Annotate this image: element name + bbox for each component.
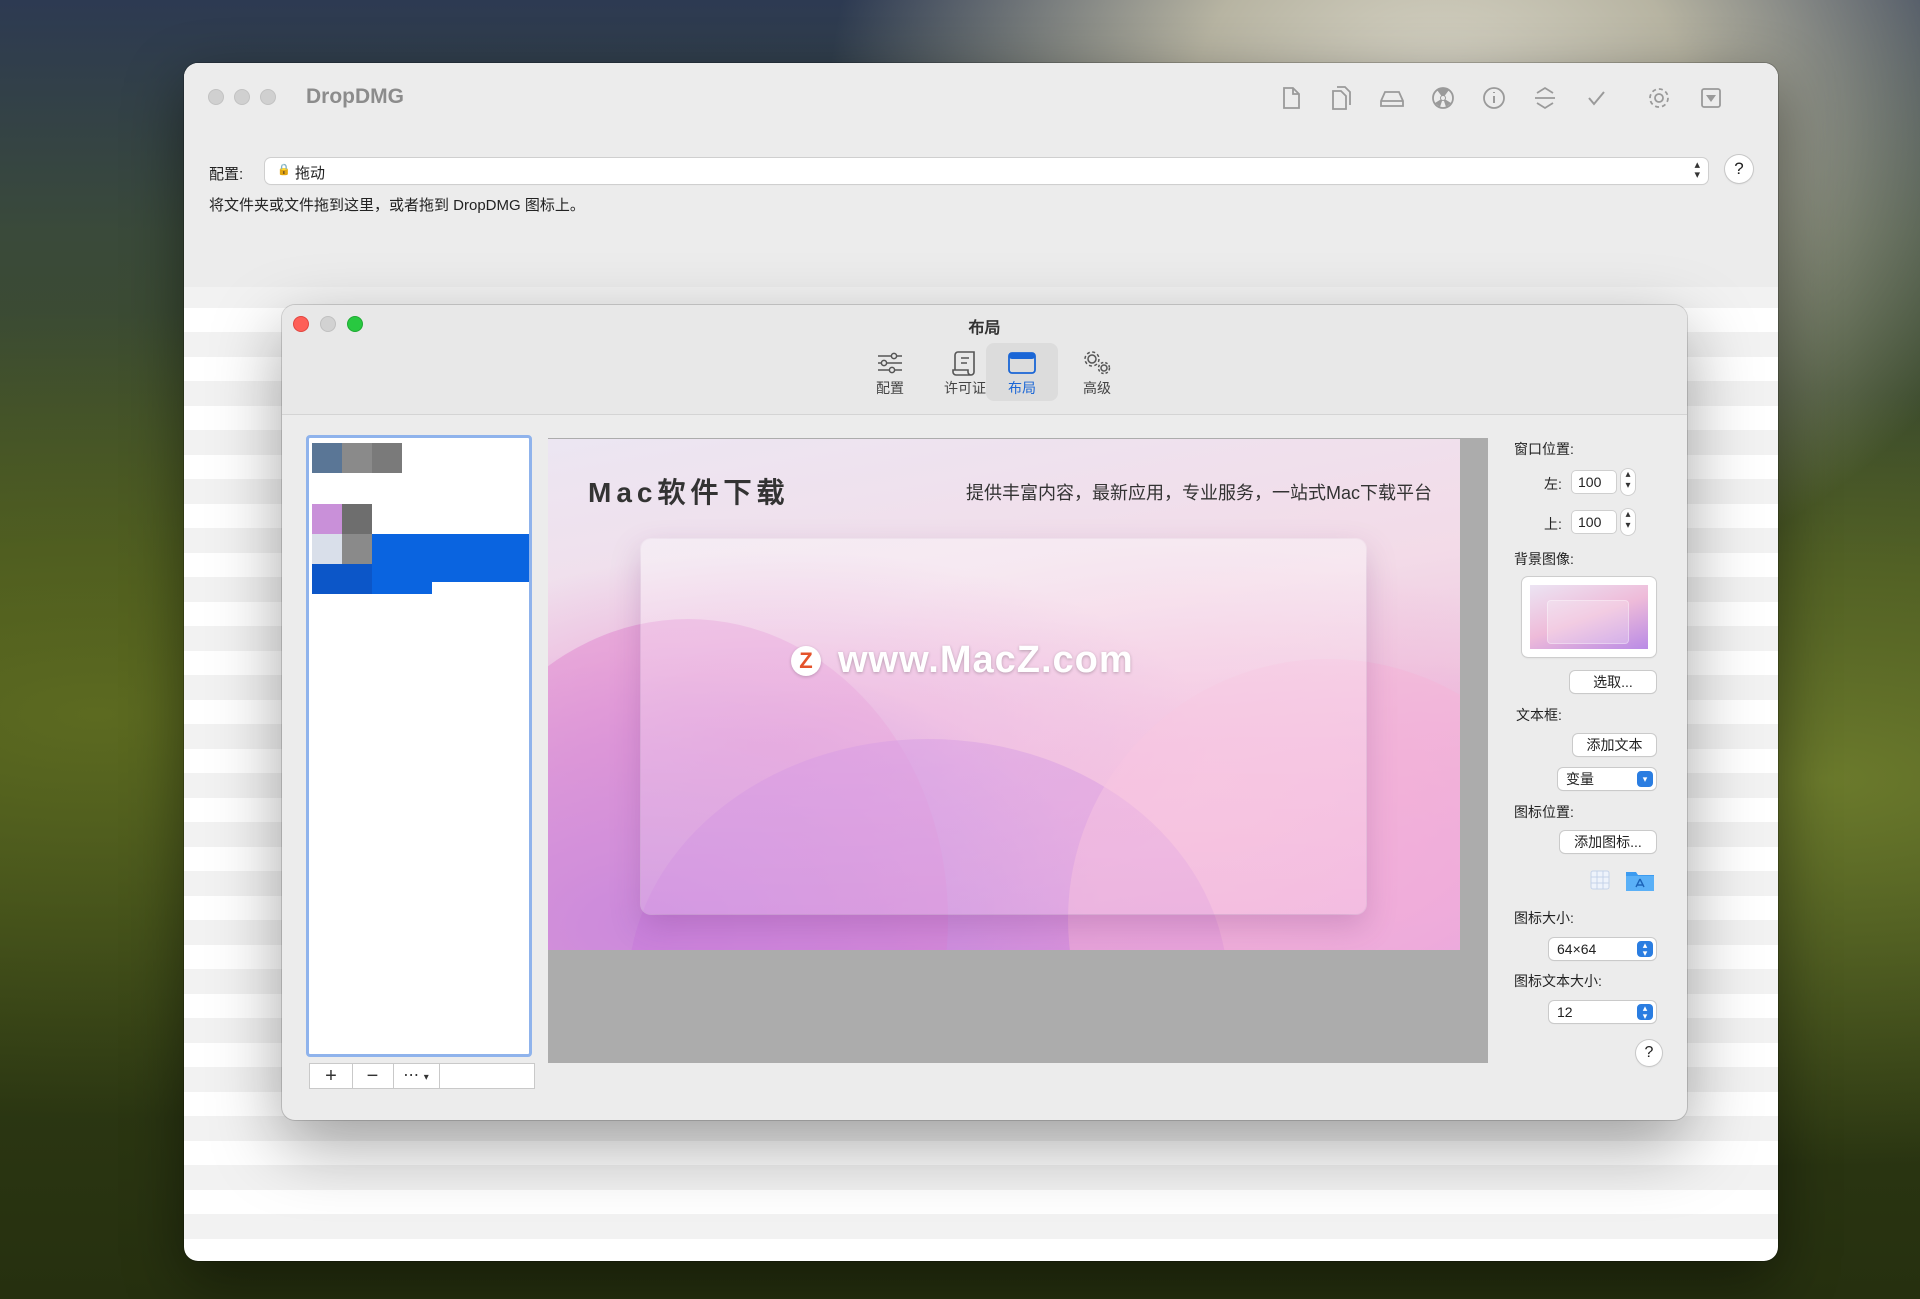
scroll-icon — [952, 351, 975, 376]
sliders-icon — [878, 352, 902, 374]
chevron-updown-icon: ▴ ▾ — [1637, 941, 1653, 958]
icon-size-value: 64×64 — [1557, 941, 1597, 957]
left-field[interactable]: 100 — [1572, 471, 1616, 493]
drop-hint: 将文件夹或文件拖到这里，或者拖到 DropDMG 图标上。 — [209, 197, 585, 214]
documents-icon[interactable] — [1324, 81, 1358, 115]
list-item — [372, 582, 432, 594]
dialog-title: 布局 — [968, 320, 1001, 337]
window-title: DropDMG — [306, 85, 404, 108]
textbox-label: 文本框: — [1516, 707, 1562, 723]
background-image-label: 背景图像: — [1514, 551, 1574, 567]
chevron-down-icon: ▾ — [423, 1072, 429, 1083]
selected-list-item[interactable] — [372, 534, 529, 582]
top-field[interactable]: 100 — [1572, 511, 1616, 533]
background-thumbnail[interactable] — [1522, 577, 1656, 657]
thumbnail-window — [1548, 601, 1628, 643]
icon-position-label: 图标位置: — [1514, 804, 1574, 820]
add-icon-button[interactable]: 添加图标... — [1560, 831, 1656, 853]
preview-subtitle: 提供丰富内容，最新应用，专业服务，一站式Mac下载平台 — [965, 483, 1432, 503]
tab-config[interactable]: 配置 — [854, 343, 926, 401]
chevron-down-icon: ▾ — [1637, 771, 1653, 787]
list-item — [312, 534, 342, 564]
top-label: 上: — [1544, 516, 1562, 532]
thumbnail-image — [1530, 585, 1648, 649]
list-item — [342, 504, 372, 534]
lock-icon: 🔒 — [277, 164, 291, 176]
levels-icon[interactable] — [1528, 81, 1562, 115]
tab-advanced[interactable]: 高级 — [1061, 343, 1133, 401]
gears-icon — [1084, 351, 1111, 375]
chevron-updown-icon: ▴ ▾ — [1637, 1004, 1653, 1021]
document-icon[interactable] — [1273, 81, 1307, 115]
list-item — [342, 534, 372, 564]
list-item — [312, 564, 372, 594]
icon-size-popup[interactable]: 64×64 ▴ ▾ — [1549, 938, 1656, 960]
tab-layout-label: 布局 — [1008, 380, 1036, 396]
choose-button[interactable]: 选取... — [1570, 671, 1656, 693]
list-item — [342, 443, 372, 473]
chevron-updown-icon: ▴ ▾ — [1694, 159, 1700, 181]
add-button[interactable]: + — [310, 1064, 353, 1088]
window-position-label: 窗口位置: — [1514, 441, 1574, 457]
watermark: www.MacZ.com — [838, 639, 1134, 681]
more-menu-button[interactable]: ⋯ ▾ — [393, 1064, 440, 1088]
tab-layout[interactable]: 布局 — [986, 343, 1058, 401]
config-label: 配置: — [209, 166, 244, 183]
icon-text-size-label: 图标文本大小: — [1514, 973, 1602, 989]
preview-window-frame — [641, 539, 1366, 914]
close-button[interactable] — [208, 89, 224, 105]
dialog-toolbar: 布局 配置 许可证 布局 高级 — [282, 305, 1687, 415]
radiation-icon[interactable] — [1426, 81, 1460, 115]
icon-text-size-value: 12 — [1557, 1004, 1573, 1020]
variable-popup-label: 变量 — [1566, 771, 1594, 787]
tab-config-label: 配置 — [876, 380, 904, 396]
icon-size-label: 图标大小: — [1514, 910, 1574, 926]
macz-logo-icon: Z — [791, 646, 821, 676]
preview-title: Mac软件下载 — [588, 477, 790, 508]
icon-text-size-popup[interactable]: 12 ▴ ▾ — [1549, 1001, 1656, 1023]
disk-icon[interactable] — [1375, 81, 1409, 115]
config-select[interactable]: 🔒 拖动 ▴ ▾ — [265, 158, 1708, 184]
minimize-button[interactable] — [234, 89, 250, 105]
grid-icon[interactable] — [1586, 867, 1614, 893]
title-bar: DropDMG — [184, 63, 1778, 134]
variable-popup[interactable]: 变量 ▾ — [1558, 768, 1656, 790]
dialog-help-button[interactable]: ? — [1636, 1040, 1662, 1066]
list-button-bar: + − ⋯ ▾ — [309, 1063, 535, 1089]
tab-advanced-label: 高级 — [1083, 380, 1111, 396]
zoom-button[interactable] — [260, 89, 276, 105]
list-item — [372, 443, 402, 473]
file-list[interactable] — [306, 435, 532, 1057]
remove-button[interactable]: − — [352, 1064, 394, 1088]
layout-dialog: 布局 配置 许可证 布局 高级 + − ⋯ ▾ Mac软件下载 提供丰富内容，最… — [282, 305, 1687, 1120]
top-stepper[interactable]: ▴ ▾ — [1621, 509, 1635, 535]
info-icon[interactable] — [1477, 81, 1511, 115]
ellipsis-circle-icon: ⋯ — [403, 1067, 420, 1084]
list-item[interactable] — [312, 443, 342, 473]
left-label: 左: — [1544, 476, 1562, 492]
config-area: 配置: 🔒 拖动 ▴ ▾ ? 将文件夹或文件拖到这里，或者拖到 DropDMG 图… — [184, 133, 1778, 287]
window-icon — [1008, 352, 1036, 374]
background-image-preview[interactable]: Mac软件下载 提供丰富内容，最新应用，专业服务，一站式Mac下载平台 Z ww… — [548, 439, 1460, 950]
applications-folder-icon[interactable] — [1624, 867, 1656, 893]
config-select-value: 拖动 — [295, 165, 326, 182]
list-item[interactable] — [312, 504, 342, 534]
left-stepper[interactable]: ▴ ▾ — [1621, 469, 1635, 495]
checkmark-icon[interactable] — [1579, 81, 1613, 115]
help-button[interactable]: ? — [1725, 155, 1753, 183]
add-text-button[interactable]: 添加文本 — [1573, 734, 1656, 756]
eject-icon[interactable] — [1694, 81, 1728, 115]
gear-icon[interactable] — [1642, 81, 1676, 115]
